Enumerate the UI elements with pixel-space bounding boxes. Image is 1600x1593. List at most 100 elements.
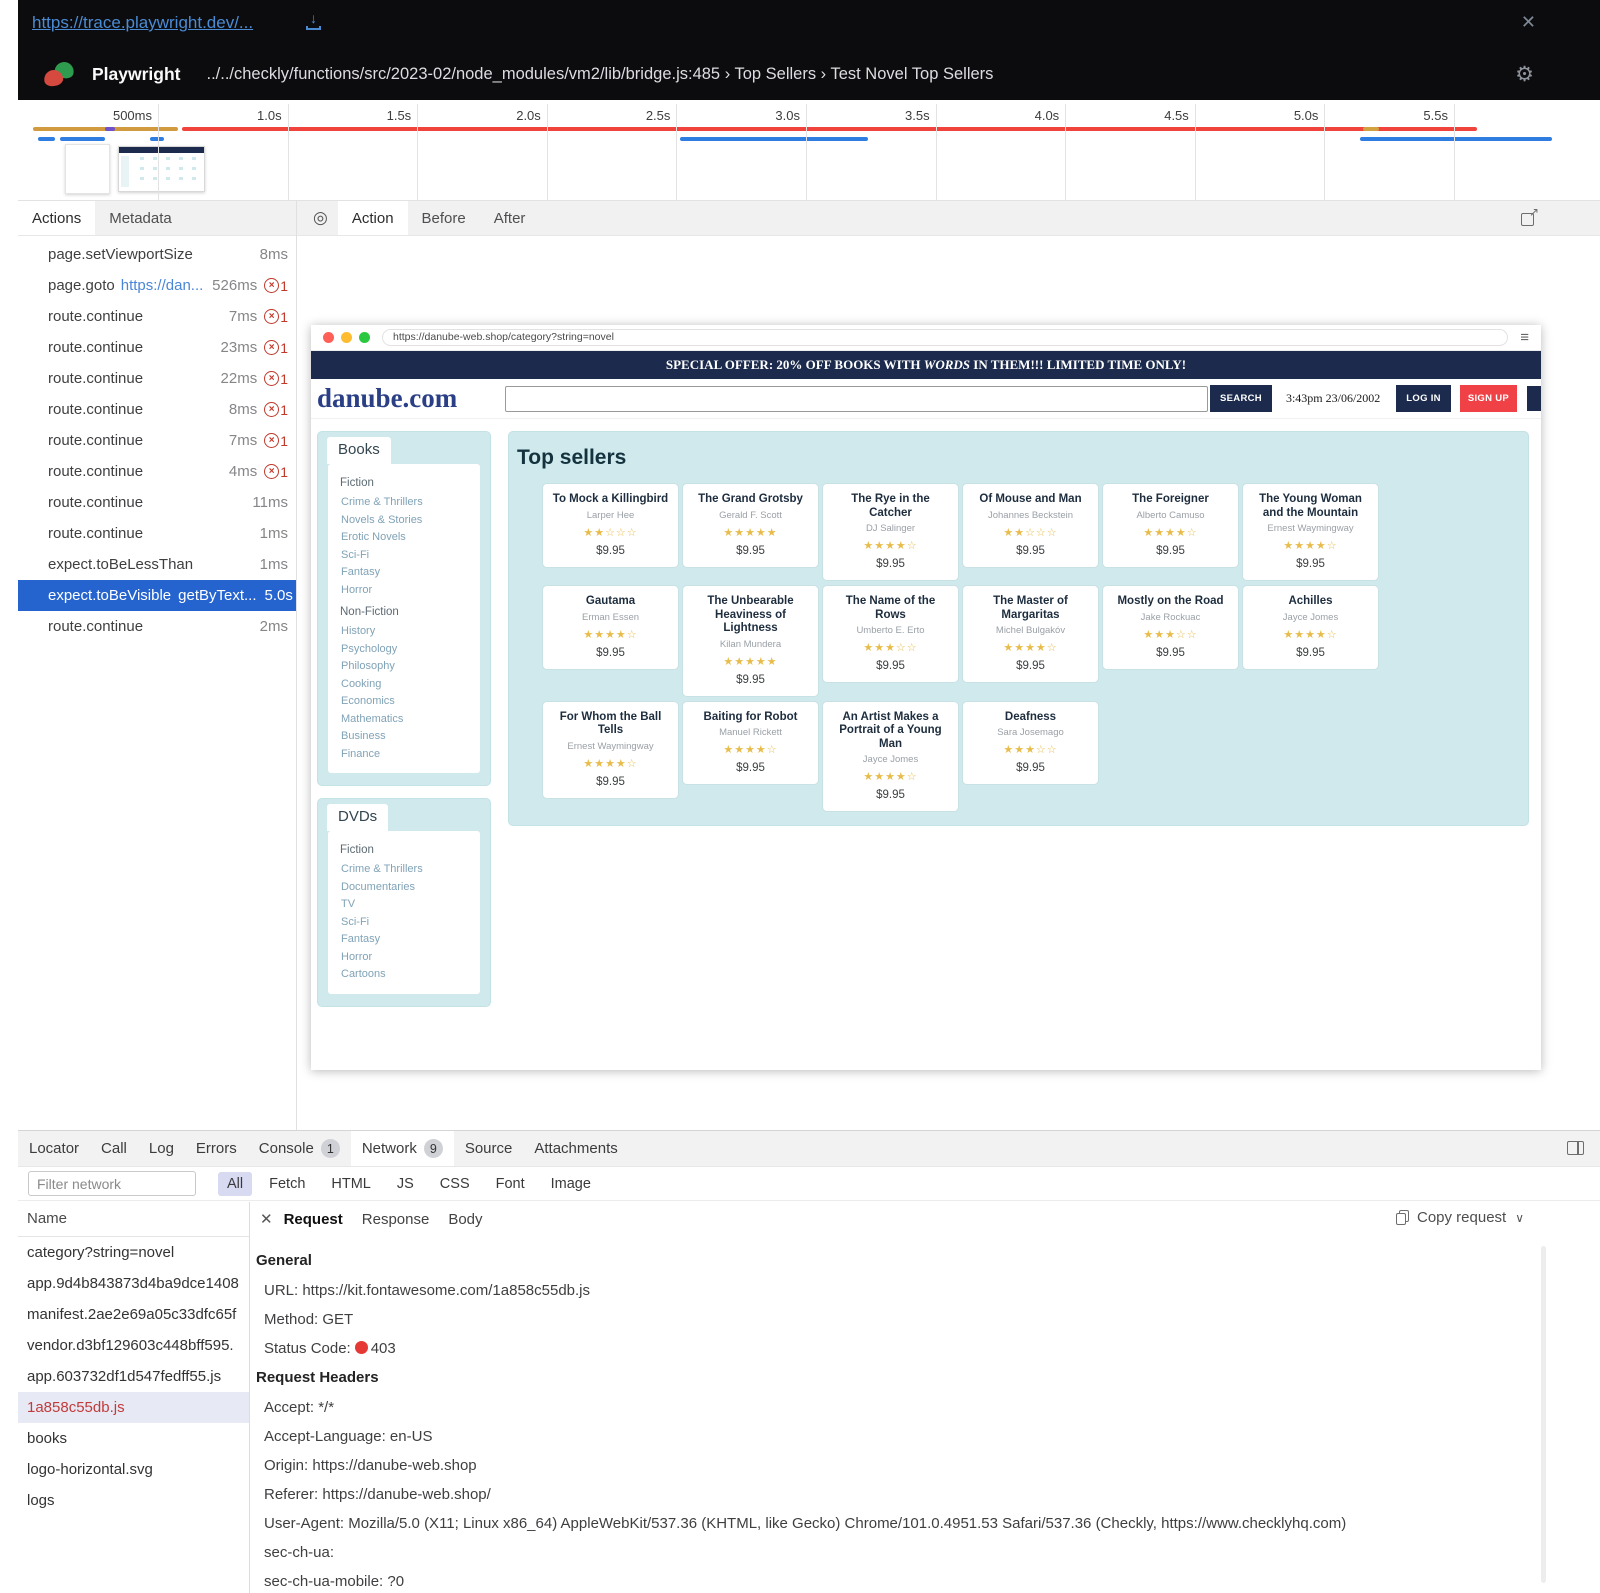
network-file-row[interactable]: manifest.2ae2e69a05c33dfc65f [18, 1299, 249, 1330]
network-file-row[interactable]: app.9d4b843873d4ba9dce1408 [18, 1268, 249, 1299]
filter-chip-all[interactable]: All [218, 1172, 252, 1196]
tab-body[interactable]: Body [448, 1211, 482, 1228]
close-detail-icon[interactable]: ✕ [260, 1210, 273, 1228]
book-card[interactable]: The Master of MargaritasMichel Bulgakóv★… [963, 586, 1098, 682]
book-card[interactable]: An Artist Makes a Portrait of a Young Ma… [823, 702, 958, 812]
network-file-row[interactable]: app.603732df1d547fedff55.js [18, 1361, 249, 1392]
tab-attachments[interactable]: Attachments [523, 1131, 628, 1166]
book-card[interactable]: For Whom the Ball TellsErnest Waymingway… [543, 702, 678, 798]
category-link[interactable]: Sci-Fi [341, 547, 476, 565]
book-card[interactable]: The Young Woman and the MountainErnest W… [1243, 484, 1378, 580]
tab-metadata[interactable]: Metadata [95, 201, 186, 235]
category-link[interactable]: Documentaries [341, 879, 476, 897]
network-file-row[interactable]: logs [18, 1485, 249, 1516]
action-row[interactable]: route.continue1ms [18, 518, 296, 549]
category-link[interactable]: Finance [341, 746, 476, 764]
tab-console[interactable]: Console1 [248, 1131, 351, 1166]
tab-action[interactable]: Action [338, 201, 408, 235]
book-card[interactable]: Baiting for RobotManuel Rickett★★★★☆$9.9… [683, 702, 818, 785]
tab-before[interactable]: Before [408, 201, 480, 235]
category-link[interactable]: Economics [341, 693, 476, 711]
layout-columns-icon[interactable] [1567, 1141, 1584, 1155]
action-row[interactable]: expect.toBeLessThan1ms [18, 549, 296, 580]
open-external-icon[interactable]: ↗ [1521, 209, 1538, 226]
filter-chip-css[interactable]: CSS [431, 1172, 479, 1196]
tab-actions[interactable]: Actions [18, 201, 95, 235]
book-card[interactable]: The Unbearable Heaviness of LightnessKil… [683, 586, 818, 696]
tab-locator[interactable]: Locator [18, 1131, 90, 1166]
filter-chip-js[interactable]: JS [388, 1172, 423, 1196]
action-row[interactable]: page.gotohttps://dan...526ms×1 [18, 270, 296, 301]
close-icon[interactable]: ✕ [1521, 12, 1536, 33]
action-link[interactable]: https://dan... [121, 277, 204, 294]
filter-chip-fetch[interactable]: Fetch [260, 1172, 314, 1196]
network-file-row[interactable]: logo-horizontal.svg [18, 1454, 249, 1485]
gear-icon[interactable]: ⚙ [1515, 62, 1534, 87]
download-icon[interactable]: ↓ [306, 14, 322, 30]
action-row[interactable]: route.continue11ms [18, 487, 296, 518]
timeline-thumbnail-blank[interactable] [65, 144, 110, 194]
category-group-header: Non-Fiction [340, 606, 476, 618]
tab-call[interactable]: Call [90, 1131, 138, 1166]
book-card[interactable]: Mostly on the RoadJake Rockuac★★★☆☆$9.95 [1103, 586, 1238, 669]
tab-response[interactable]: Response [362, 1211, 430, 1228]
category-link[interactable]: Cooking [341, 676, 476, 694]
action-row[interactable]: route.continue22ms×1 [18, 363, 296, 394]
category-link[interactable]: Horror [341, 582, 476, 600]
book-card[interactable]: The Grand GrotsbyGerald F. Scott★★★★★$9.… [683, 484, 818, 567]
trace-url-link[interactable]: https://trace.playwright.dev/... [32, 13, 253, 33]
category-link[interactable]: Horror [341, 949, 476, 967]
category-link[interactable]: Business [341, 728, 476, 746]
filter-chip-font[interactable]: Font [487, 1172, 534, 1196]
error-count: 1 [280, 402, 288, 418]
action-row[interactable]: route.continue2ms [18, 611, 296, 642]
book-card[interactable]: DeafnessSara Josemago★★★☆☆$9.95 [963, 702, 1098, 785]
category-link[interactable]: Erotic Novels [341, 529, 476, 547]
tab-source[interactable]: Source [454, 1131, 524, 1166]
copy-request-button[interactable]: Copy request ∨ [1396, 1209, 1524, 1226]
error-count: 1 [280, 340, 288, 356]
network-filter-input[interactable] [28, 1171, 196, 1196]
timeline[interactable]: 500ms1.0s1.5s2.0s2.5s3.0s3.5s4.0s4.5s5.0… [18, 100, 1600, 200]
category-link[interactable]: Fantasy [341, 931, 476, 949]
category-link[interactable]: History [341, 623, 476, 641]
tab-after[interactable]: After [480, 201, 540, 235]
book-card[interactable]: The ForeignerAlberto Camuso★★★★☆$9.95 [1103, 484, 1238, 567]
category-link[interactable]: Mathematics [341, 711, 476, 729]
category-link[interactable]: Novels & Stories [341, 512, 476, 530]
action-row[interactable]: expect.toBeVisiblegetByText...5.0s [18, 580, 296, 611]
action-row[interactable]: route.continue7ms×1 [18, 425, 296, 456]
tab-request[interactable]: Request [284, 1211, 343, 1228]
category-link[interactable]: TV [341, 896, 476, 914]
category-link[interactable]: Crime & Thrillers [341, 494, 476, 512]
pick-locator-icon[interactable]: ◎ [313, 208, 328, 228]
network-file-row[interactable]: vendor.d3bf129603c448bff595. [18, 1330, 249, 1361]
book-card[interactable]: The Rye in the CatcherDJ Salinger★★★★☆$9… [823, 484, 958, 580]
book-card[interactable]: GautamaErman Essen★★★★☆$9.95 [543, 586, 678, 669]
book-card[interactable]: AchillesJayce Jomes★★★★☆$9.95 [1243, 586, 1378, 669]
action-row[interactable]: route.continue4ms×1 [18, 456, 296, 487]
action-row[interactable]: route.continue23ms×1 [18, 332, 296, 363]
book-card[interactable]: To Mock a KillingbirdLarper Hee★★☆☆☆$9.9… [543, 484, 678, 567]
category-link[interactable]: Crime & Thrillers [341, 861, 476, 879]
filter-chip-image[interactable]: Image [542, 1172, 600, 1196]
category-link[interactable]: Philosophy [341, 658, 476, 676]
detail-scrollbar[interactable] [1541, 1246, 1546, 1583]
action-row[interactable]: route.continue7ms×1 [18, 301, 296, 332]
tab-errors[interactable]: Errors [185, 1131, 248, 1166]
network-file-row[interactable]: 1a858c55db.js [18, 1392, 249, 1423]
network-file-row[interactable]: books [18, 1423, 249, 1454]
filter-chip-html[interactable]: HTML [322, 1172, 379, 1196]
category-link[interactable]: Fantasy [341, 564, 476, 582]
category-link[interactable]: Sci-Fi [341, 914, 476, 932]
network-file-row[interactable]: category?string=novel [18, 1237, 249, 1268]
book-card[interactable]: The Name of the RowsUmberto E. Erto★★★☆☆… [823, 586, 958, 682]
category-link[interactable]: Psychology [341, 641, 476, 659]
action-row[interactable]: route.continue8ms×1 [18, 394, 296, 425]
book-card[interactable]: Of Mouse and ManJohannes Beckstein★★☆☆☆$… [963, 484, 1098, 567]
action-row[interactable]: page.setViewportSize8ms [18, 239, 296, 270]
timeline-thumbnail-screenshot[interactable] [118, 146, 205, 192]
category-link[interactable]: Cartoons [341, 966, 476, 984]
tab-network[interactable]: Network9 [351, 1131, 454, 1166]
tab-log[interactable]: Log [138, 1131, 185, 1166]
